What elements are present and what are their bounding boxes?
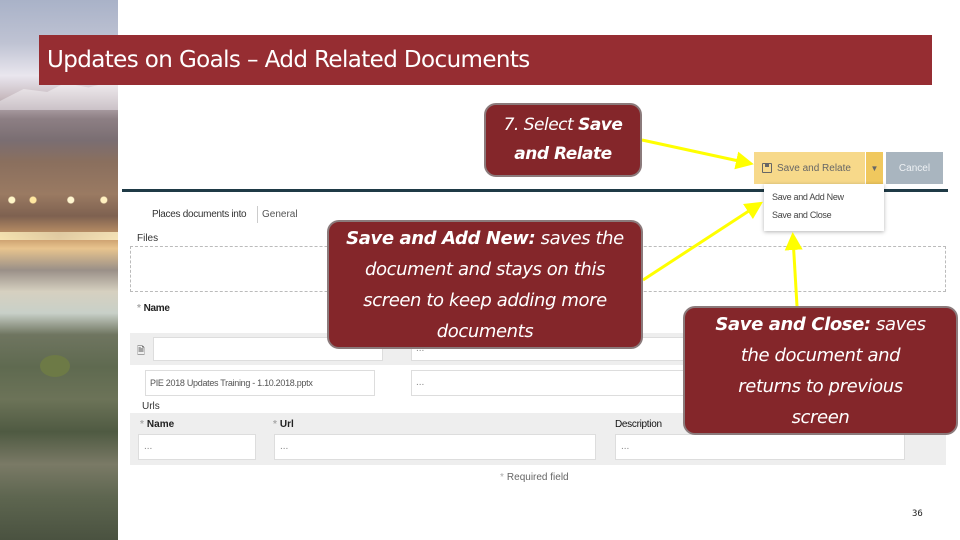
slide-title: Updates on Goals – Add Related Documents [47,47,530,73]
city-lights [0,195,118,205]
required-note-text: Required field [506,472,569,483]
save-and-relate-button[interactable]: Save and Relate [754,152,865,184]
callout-step-plain: 7. Select [503,115,579,135]
url-name-input[interactable]: ... [138,434,256,460]
floppy-disk-icon [762,163,772,173]
page-number: 36 [912,509,923,519]
save-and-relate-label: Save and Relate [777,162,851,174]
required-star: * [137,303,141,314]
callout-close-bold: Save and Close: [715,313,871,335]
files-label: Files [137,233,159,244]
menu-item-save-and-close[interactable]: Save and Close [764,206,884,224]
lit-road [0,232,118,240]
required-star: * [140,419,144,430]
file-name-value[interactable]: PIE 2018 Updates Training - 1.10.2018.pp… [145,370,375,396]
url-url-input[interactable]: ... [274,434,596,460]
url-name-label-text: Name [146,419,175,430]
save-options-menu: Save and Add New Save and Close [764,184,884,231]
callout-step-7: 7. Select Save and Relate [484,103,642,177]
required-field-note: * Required field [500,472,569,483]
arrow-to-save-and-relate [641,138,754,170]
caret-down-icon: ▼ [870,163,879,173]
document-icon: 🗎 [137,346,146,357]
url-url-label-text: Url [279,419,294,430]
name-label-text: Name [143,303,170,314]
urls-label: Urls [142,401,160,412]
menu-item-save-and-add-new[interactable]: Save and Add New [764,188,884,206]
url-name-label: * Name [140,419,174,430]
required-star: * [273,419,277,430]
callout-save-and-add-new: Save and Add New: saves the document and… [327,220,643,349]
slide-title-bar: Updates on Goals – Add Related Documents [39,35,932,85]
callout-add-new-bold: Save and Add New: [346,227,536,249]
url-url-label: * Url [273,419,294,430]
cancel-button[interactable]: Cancel [886,152,943,184]
places-documents-label: Places documents into [152,209,247,220]
url-description-label: Description [615,419,662,430]
save-options-dropdown-toggle[interactable]: ▼ [866,152,883,184]
required-star: * [500,472,504,483]
callout-save-and-close: Save and Close: saves the document and r… [683,306,958,435]
url-description-input[interactable]: ... [615,434,905,460]
shrub [40,355,70,377]
file-name-column-label: * Name [137,303,170,314]
